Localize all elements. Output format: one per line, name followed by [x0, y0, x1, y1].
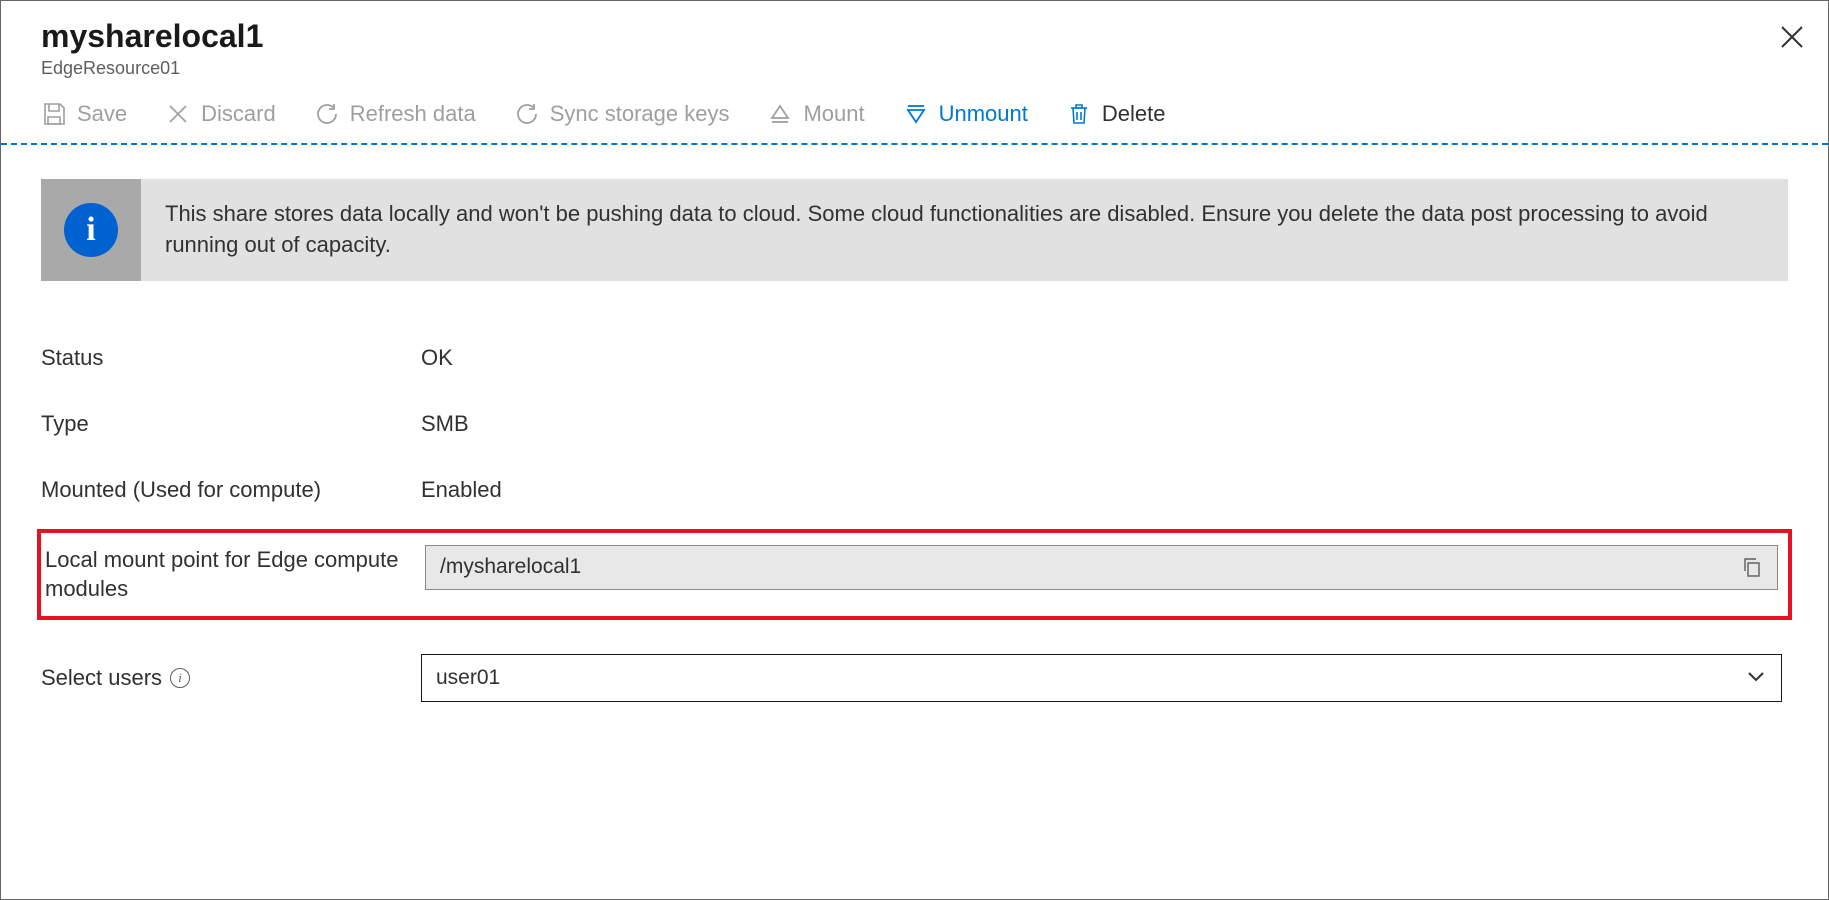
save-icon — [41, 101, 67, 127]
users-label-text: Select users — [41, 665, 162, 691]
unmount-button[interactable]: Unmount — [903, 101, 1028, 127]
panel-header: mysharelocal1 EdgeResource01 — [1, 1, 1828, 87]
status-row: Status OK — [41, 325, 1788, 391]
unmount-icon — [903, 101, 929, 127]
discard-icon — [165, 101, 191, 127]
status-label: Status — [41, 345, 421, 371]
notice-icon-wrap: i — [41, 179, 141, 281]
chevron-down-icon — [1745, 665, 1767, 692]
sync-button[interactable]: Sync storage keys — [514, 101, 730, 127]
mounted-row: Mounted (Used for compute) Enabled — [41, 457, 1788, 523]
mountpoint-value: /mysharelocal1 — [440, 555, 1741, 579]
info-circle-icon[interactable]: i — [170, 668, 190, 688]
info-icon: i — [64, 203, 118, 257]
refresh-button[interactable]: Refresh data — [314, 101, 476, 127]
mount-label: Mount — [803, 101, 864, 127]
type-label: Type — [41, 411, 421, 437]
delete-icon — [1066, 101, 1092, 127]
users-value: user01 — [436, 666, 1745, 690]
copy-button[interactable] — [1741, 556, 1763, 578]
page-title: mysharelocal1 — [41, 19, 1788, 54]
copy-icon — [1741, 556, 1763, 578]
page-subtitle: EdgeResource01 — [41, 58, 1788, 79]
delete-button[interactable]: Delete — [1066, 101, 1166, 127]
users-row: Select users i user01 — [41, 626, 1788, 722]
refresh-icon — [314, 101, 340, 127]
mounted-label: Mounted (Used for compute) — [41, 477, 421, 503]
users-select[interactable]: user01 — [421, 654, 1782, 702]
content-area: i This share stores data locally and won… — [1, 145, 1828, 756]
sync-label: Sync storage keys — [550, 101, 730, 127]
notice-text: This share stores data locally and won't… — [141, 179, 1788, 281]
discard-button[interactable]: Discard — [165, 101, 276, 127]
save-button[interactable]: Save — [41, 101, 127, 127]
mounted-value: Enabled — [421, 477, 502, 503]
mountpoint-highlight: Local mount point for Edge compute modul… — [37, 529, 1792, 620]
info-notice: i This share stores data locally and won… — [41, 179, 1788, 281]
mountpoint-label: Local mount point for Edge compute modul… — [45, 545, 425, 604]
refresh-label: Refresh data — [350, 101, 476, 127]
unmount-label: Unmount — [939, 101, 1028, 127]
discard-label: Discard — [201, 101, 276, 127]
save-label: Save — [77, 101, 127, 127]
mountpoint-input: /mysharelocal1 — [425, 545, 1778, 590]
close-button[interactable] — [1778, 23, 1806, 51]
close-icon — [1778, 23, 1806, 51]
mountpoint-row: Local mount point for Edge compute modul… — [45, 545, 1784, 604]
mount-icon — [767, 101, 793, 127]
toolbar: Save Discard Refresh data Sync storage k… — [1, 87, 1828, 145]
users-label: Select users i — [41, 665, 421, 691]
sync-icon — [514, 101, 540, 127]
mount-button[interactable]: Mount — [767, 101, 864, 127]
type-row: Type SMB — [41, 391, 1788, 457]
delete-label: Delete — [1102, 101, 1166, 127]
type-value: SMB — [421, 411, 469, 437]
status-value: OK — [421, 345, 453, 371]
